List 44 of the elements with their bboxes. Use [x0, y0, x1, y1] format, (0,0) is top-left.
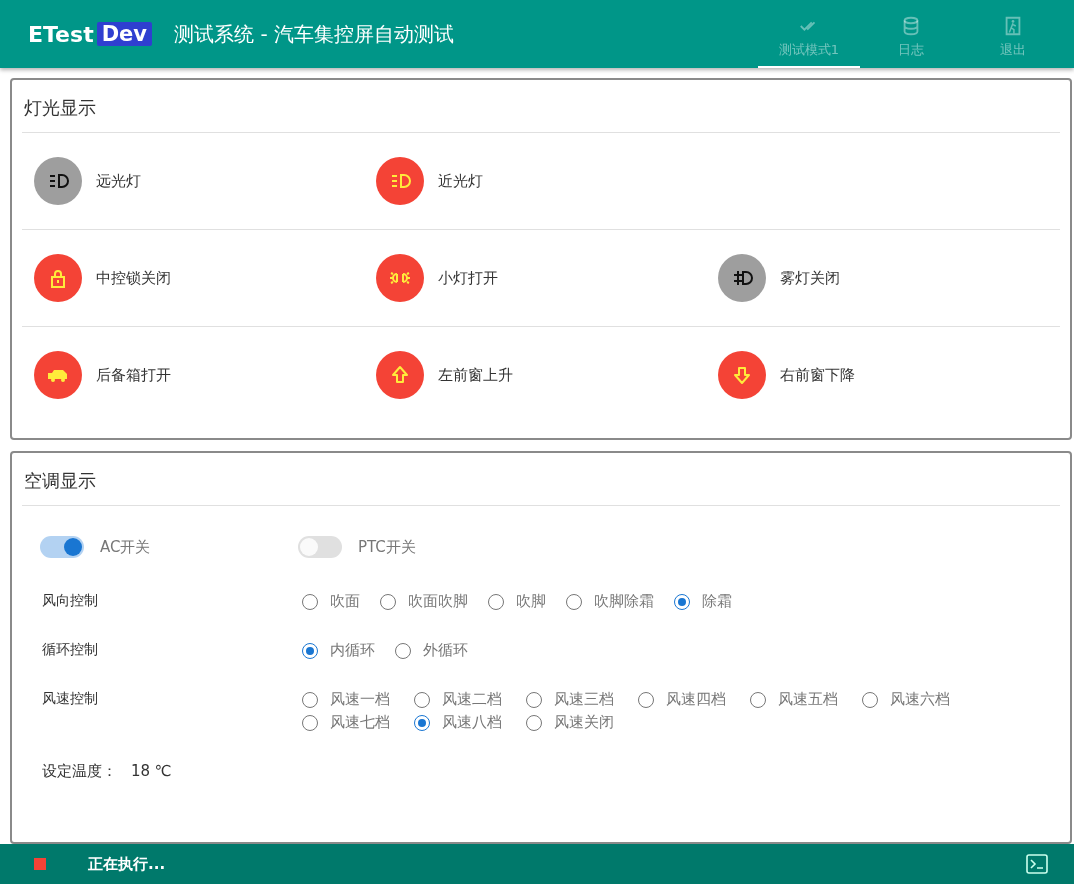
switch-label: PTC开关	[358, 537, 416, 557]
group-label: 风速控制	[42, 689, 99, 708]
radio-button[interactable]	[414, 691, 430, 708]
radio-label: 风速一档	[330, 690, 390, 709]
temperature-label: 设定温度：	[42, 762, 117, 781]
app-logo: ETest	[28, 21, 94, 47]
panel-title: 灯光显示	[22, 80, 1060, 133]
radio-label: 除霜	[702, 592, 732, 611]
indicator-label: 近光灯	[438, 171, 483, 191]
radio-label: 吹脚除霜	[594, 592, 654, 611]
radio-label: 风速六档	[890, 690, 950, 709]
radio-label: 吹面吹脚	[408, 592, 468, 611]
radio-label: 外循环	[423, 641, 468, 660]
radio-label: 风速二档	[442, 690, 502, 709]
radio-label: 吹脚	[516, 592, 546, 611]
group-label: 循环控制	[42, 640, 99, 659]
radio-label: 风速七档	[330, 713, 390, 732]
indicator-label: 左前窗上升	[438, 365, 513, 385]
indicator-label: 右前窗下降	[780, 365, 855, 385]
radio-label: 风速五档	[778, 690, 838, 709]
radio-label: 风速关闭	[554, 713, 614, 732]
temperature-value: 18 ℃	[131, 762, 172, 781]
indicator-label: 后备箱打开	[96, 365, 171, 385]
panel-title: 空调显示	[22, 453, 1060, 506]
radio-label: 吹面	[330, 592, 360, 611]
radio-label: 风速八档	[442, 713, 502, 732]
indicator-label: 雾灯关闭	[780, 268, 840, 288]
indicator-label: 小灯打开	[438, 268, 498, 288]
nav-tab[interactable]: 日志	[860, 0, 962, 68]
group-label: 风向控制	[42, 591, 99, 610]
radio-label: 内循环	[330, 641, 375, 660]
switch-label: AC开关	[100, 537, 151, 557]
nav-tab[interactable]: 测试模式1	[758, 0, 860, 68]
toggle-switch[interactable]	[40, 536, 84, 558]
terminal-icon[interactable]	[1026, 854, 1048, 874]
nav-tab[interactable]: 退出	[962, 0, 1064, 68]
indicator-label: 中控锁关闭	[96, 268, 171, 288]
app-title: 测试系统 - 汽车集控屏自动测试	[174, 20, 455, 48]
dev-badge: Dev	[96, 22, 153, 46]
radio-label: 风速三档	[554, 690, 614, 709]
status-text: 正在执行...	[88, 854, 167, 874]
indicator-label: 远光灯	[96, 171, 141, 191]
radio-label: 风速四档	[666, 690, 726, 709]
toggle-switch[interactable]	[298, 536, 342, 558]
